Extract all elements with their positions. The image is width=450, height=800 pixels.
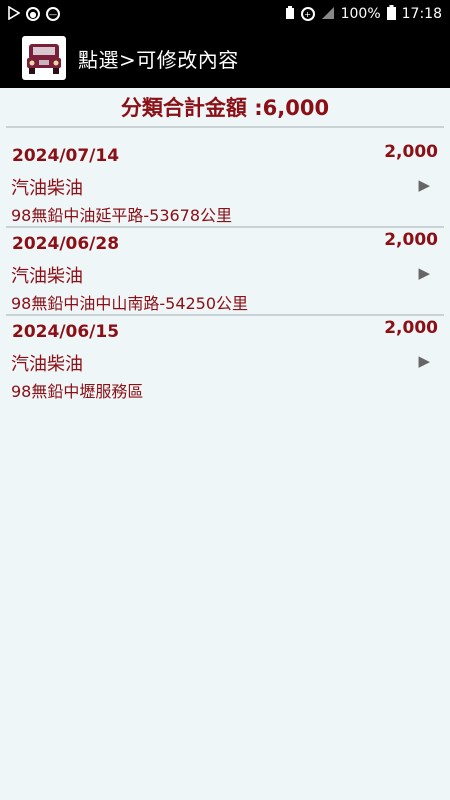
- battery-icon: [386, 5, 396, 23]
- record-note: 98無鉛中油中山南路-54250公里: [11, 294, 249, 313]
- battery-saver-icon: [285, 5, 295, 23]
- record-amount: 2,000: [384, 230, 438, 250]
- battery-percent: 100%: [340, 6, 381, 22]
- record-note: 98無鉛中壢服務區: [11, 382, 144, 401]
- record-date: 2024/06/15: [12, 322, 120, 342]
- car-logo-icon[interactable]: [22, 36, 66, 80]
- record-category: 汽油柴油: [11, 266, 83, 287]
- category-total: 分類合計金額 :6,000: [120, 96, 330, 120]
- record-row[interactable]: 2024/06/28 2,000 汽油柴油 ▶ 98無鉛中油中山南路-54250…: [6, 228, 444, 316]
- data-saver-icon: +: [300, 7, 315, 21]
- record-date: 2024/06/28: [12, 234, 120, 254]
- record-category: 汽油柴油: [11, 178, 83, 199]
- record-category: 汽油柴油: [11, 354, 83, 375]
- play-arrow-icon[interactable]: ▶: [418, 264, 430, 282]
- play-store-icon: [8, 5, 21, 23]
- minus-circle-icon: —: [46, 7, 60, 21]
- record-amount: 2,000: [384, 318, 438, 338]
- divider: [6, 126, 444, 128]
- status-bar: ● — + 100% 17:18: [0, 0, 450, 28]
- app-bar: 點選>可修改內容: [0, 28, 450, 88]
- page-title: 點選>可修改內容: [78, 47, 239, 72]
- record-row[interactable]: 2024/07/14 2,000 汽油柴油 ▶ 98無鉛中油延平路-53678公…: [6, 140, 444, 228]
- play-arrow-icon[interactable]: ▶: [418, 352, 430, 370]
- record-amount: 2,000: [384, 142, 438, 162]
- clock: 17:18: [401, 6, 442, 22]
- record-list: 2024/07/14 2,000 汽油柴油 ▶ 98無鉛中油延平路-53678公…: [0, 140, 450, 404]
- sync-icon: ●: [26, 7, 40, 21]
- record-note: 98無鉛中油延平路-53678公里: [11, 206, 233, 225]
- status-right: + 100% 17:18: [285, 5, 442, 23]
- record-date: 2024/07/14: [12, 146, 120, 166]
- play-arrow-icon[interactable]: ▶: [418, 176, 430, 194]
- signal-icon: [321, 6, 335, 23]
- status-left: ● —: [8, 5, 60, 23]
- record-row[interactable]: 2024/06/15 2,000 汽油柴油 ▶ 98無鉛中壢服務區: [6, 316, 444, 404]
